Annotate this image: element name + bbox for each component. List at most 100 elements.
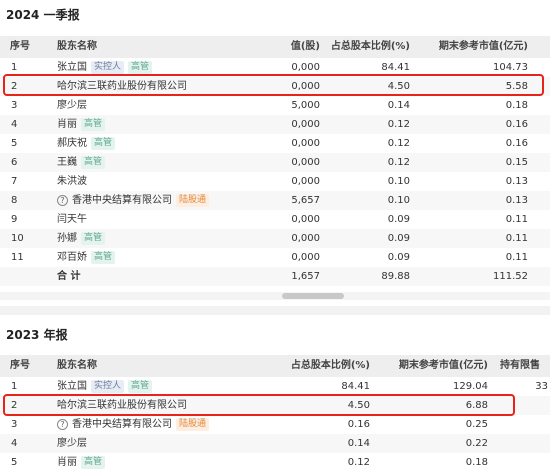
- ratio-value: 0.12: [387, 119, 410, 130]
- table-header-row: 序号 股东名称 值(股) 占总股本比例(%) 期末参考市值(亿元): [0, 36, 550, 58]
- market-value: 0.18: [465, 457, 488, 468]
- shareholder-name[interactable]: 邓百娇: [57, 252, 87, 263]
- header-market-value: 期末参考市值(亿元): [438, 41, 528, 52]
- shareholder-name-cell: 廖少层: [57, 434, 277, 453]
- total-row: 合 计 1,657 89.88 111.52: [0, 267, 550, 286]
- ratio-value: 0.10: [387, 176, 410, 187]
- market-value: 0.11: [505, 233, 528, 244]
- ratio-value: 0.14: [347, 438, 370, 449]
- section-divider: [0, 306, 550, 315]
- controller-tag: 实控人: [91, 380, 125, 393]
- shareholder-name-cell: 肖丽 高管: [57, 115, 277, 134]
- executive-tag: 高管: [81, 118, 106, 131]
- table-row[interactable]: 10 孙娜 高管 0,000 0.09 0.11: [0, 229, 550, 248]
- executive-tag: 高管: [81, 456, 106, 469]
- ratio-value: 0.16: [347, 419, 370, 430]
- shareholder-name[interactable]: 肖丽: [57, 119, 77, 130]
- question-icon[interactable]: ?: [57, 419, 68, 430]
- header-index: 序号: [10, 360, 30, 371]
- shareholder-name[interactable]: 张立国: [57, 62, 87, 73]
- controller-tag: 实控人: [91, 61, 125, 74]
- row-index: 3: [11, 419, 18, 430]
- shareholder-name[interactable]: 肖丽: [57, 457, 77, 468]
- row-index: 4: [11, 438, 18, 449]
- ratio-value: 0.09: [387, 233, 410, 244]
- market-value: 0.16: [505, 138, 528, 149]
- horizontal-scroll-track[interactable]: [0, 292, 550, 300]
- header-ratio: 占总股本比例(%): [290, 360, 370, 371]
- market-value: 0.13: [505, 195, 528, 206]
- shareholder-name[interactable]: 闫天午: [57, 214, 87, 225]
- shareholder-name[interactable]: 廖少层: [57, 100, 87, 111]
- executive-tag: 高管: [81, 232, 106, 245]
- stock-connect-tag: 陆股通: [176, 194, 210, 207]
- row-index: 5: [11, 138, 18, 149]
- row-index: 11: [11, 252, 24, 263]
- table-row[interactable]: 5 肖丽 高管 0.12 0.18: [0, 453, 550, 472]
- table-row[interactable]: 5 郝庆祝 高管 0,000 0.12 0.16: [0, 134, 550, 153]
- ratio-value: 0.14: [387, 100, 410, 111]
- row-index: 3: [11, 100, 18, 111]
- executive-tag: 高管: [91, 137, 116, 150]
- table-row[interactable]: 6 王巍 高管 0,000 0.12 0.15: [0, 153, 550, 172]
- table-row[interactable]: 11 邓百娇 高管 0,000 0.09 0.11: [0, 248, 550, 267]
- row-index: 5: [11, 457, 18, 468]
- limited-shares-value: [500, 434, 548, 453]
- executive-tag: 高管: [128, 61, 153, 74]
- market-value: 0.13: [505, 176, 528, 187]
- table-row[interactable]: 9 闫天午 0,000 0.09 0.11: [0, 210, 550, 229]
- table-row[interactable]: 3 廖少层 5,000 0.14 0.18: [0, 96, 550, 115]
- limited-shares-value: [500, 415, 548, 434]
- total-ratio: 89.88: [381, 271, 410, 282]
- ratio-value: 0.10: [387, 195, 410, 206]
- horizontal-scrollbar-thumb[interactable]: [282, 293, 344, 299]
- shareholder-name[interactable]: 香港中央结算有限公司: [72, 195, 172, 206]
- shareholder-name-cell: 孙娜 高管: [57, 229, 277, 248]
- market-value: 0.15: [505, 157, 528, 168]
- market-value: 0.11: [505, 214, 528, 225]
- market-value: 0.25: [465, 419, 488, 430]
- total-market-value: 111.52: [493, 271, 528, 282]
- table-row[interactable]: 7 朱洪波 0,000 0.10 0.13: [0, 172, 550, 191]
- shareholder-name[interactable]: 孙娜: [57, 233, 77, 244]
- ratio-value: 0.09: [387, 252, 410, 263]
- shareholder-name-cell: 闫天午: [57, 210, 277, 229]
- market-value: 0.22: [465, 438, 488, 449]
- table-header-row: 序号 股东名称 占总股本比例(%) 期末参考市值(亿元) 持有限售: [0, 355, 550, 377]
- table-row[interactable]: 8? 香港中央结算有限公司 陆股通 5,657 0.10 0.13: [0, 191, 550, 210]
- market-value: 0.11: [505, 252, 528, 263]
- table-row[interactable]: 3? 香港中央结算有限公司 陆股通 0.16 0.25: [0, 415, 550, 434]
- section-title-2023: 2023 年报: [6, 328, 68, 342]
- executive-tag: 高管: [81, 156, 106, 169]
- shareholder-name-cell: 邓百娇 高管: [57, 248, 277, 267]
- shareholder-name-cell: ? 香港中央结算有限公司 陆股通: [57, 415, 277, 434]
- shareholder-name[interactable]: 香港中央结算有限公司: [72, 419, 172, 430]
- row-index: 10: [11, 233, 24, 244]
- shareholder-name[interactable]: 王巍: [57, 157, 77, 168]
- table-row[interactable]: 4 廖少层 0.14 0.22: [0, 434, 550, 453]
- shareholder-name-cell: 廖少层: [57, 96, 277, 115]
- shareholder-name[interactable]: 廖少层: [57, 438, 87, 449]
- section-title-2024q1: 2024 一季报: [6, 8, 80, 22]
- row-index: 7: [11, 176, 18, 187]
- shareholder-name[interactable]: 张立国: [57, 381, 87, 392]
- header-shareholder-name: 股东名称: [57, 360, 97, 371]
- question-icon[interactable]: ?: [57, 195, 68, 206]
- shareholder-name-cell: ? 香港中央结算有限公司 陆股通: [57, 191, 277, 210]
- header-ratio: 占总股本比例(%): [330, 41, 410, 52]
- executive-tag: 高管: [128, 380, 153, 393]
- table-row[interactable]: 4 肖丽 高管 0,000 0.12 0.16: [0, 115, 550, 134]
- shareholder-name[interactable]: 郝庆祝: [57, 138, 87, 149]
- limited-shares-value: [500, 453, 548, 472]
- header-index: 序号: [10, 41, 30, 52]
- shareholder-name-cell: 郝庆祝 高管: [57, 134, 277, 153]
- ratio-value: 0.12: [387, 138, 410, 149]
- row-index: 8: [11, 195, 18, 206]
- total-label: 合 计: [57, 271, 81, 282]
- header-market-value: 期末参考市值(亿元): [398, 360, 488, 371]
- shareholder-name[interactable]: 朱洪波: [57, 176, 87, 187]
- header-shareholder-name: 股东名称: [57, 41, 97, 52]
- market-value: 0.16: [505, 119, 528, 130]
- row-index: 6: [11, 157, 18, 168]
- header-limited-shares: 持有限售: [500, 360, 540, 371]
